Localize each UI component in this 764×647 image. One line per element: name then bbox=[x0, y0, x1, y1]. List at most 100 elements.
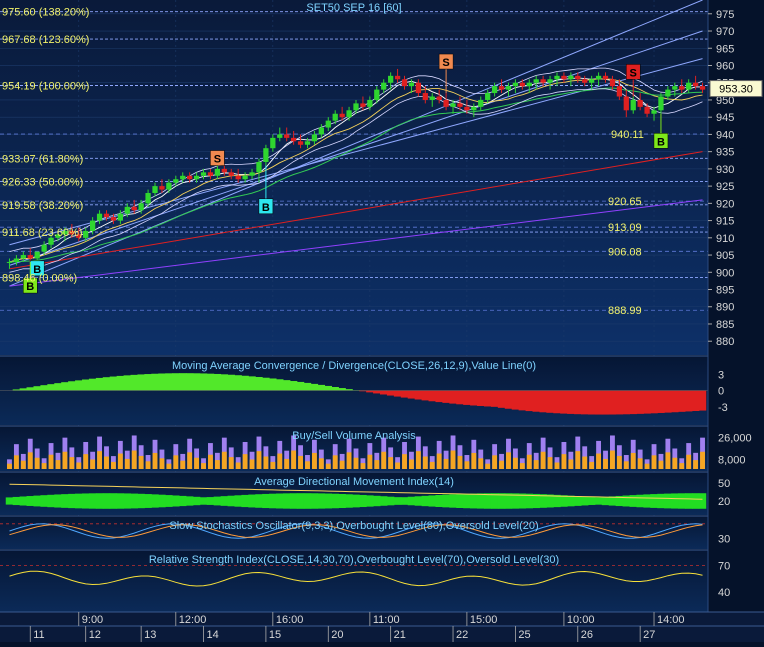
candle-body bbox=[519, 82, 525, 87]
candle-body bbox=[623, 96, 629, 111]
candle-body bbox=[394, 75, 401, 80]
y-tick-label: 900 bbox=[716, 267, 734, 279]
candle-body bbox=[297, 141, 304, 145]
candle-body bbox=[145, 193, 151, 204]
candle-body bbox=[96, 213, 103, 221]
chart-canvas[interactable]: BBSBSSB982.05 (150.00%)975.60 (138.20%)9… bbox=[0, 0, 764, 642]
candle-body bbox=[249, 172, 255, 176]
volume-buy-bar bbox=[561, 454, 567, 469]
candle-body bbox=[568, 75, 574, 80]
volume-buy-bar bbox=[679, 463, 685, 469]
candle-body bbox=[401, 79, 408, 87]
volume-buy-bar bbox=[429, 461, 435, 469]
candle-body bbox=[388, 75, 394, 83]
x-date-label: 11 bbox=[33, 629, 44, 641]
candle-body bbox=[512, 82, 519, 87]
volume-buy-bar bbox=[575, 451, 581, 469]
candle-body bbox=[6, 261, 13, 263]
x-time-label: 9:00 bbox=[82, 614, 103, 626]
candle-body bbox=[152, 186, 158, 194]
volume-buy-bar bbox=[69, 457, 75, 469]
candle-body bbox=[110, 217, 117, 221]
price-level-label: 913.09 bbox=[608, 222, 642, 234]
candle-body bbox=[457, 103, 463, 107]
candle-body bbox=[290, 137, 297, 142]
candle-body bbox=[193, 175, 200, 180]
x-date-label: 12 bbox=[89, 629, 101, 641]
volume-buy-bar bbox=[672, 457, 678, 469]
candle-body bbox=[533, 79, 539, 83]
candle-body bbox=[263, 148, 269, 162]
volume-buy-bar bbox=[526, 454, 532, 469]
y-tick-label: 930 bbox=[716, 164, 734, 176]
volume-buy-bar bbox=[374, 460, 380, 469]
volume-buy-bar bbox=[540, 451, 546, 469]
volume-buy-bar bbox=[693, 460, 699, 469]
volume-buy-bar bbox=[478, 458, 484, 469]
volume-buy-bar bbox=[13, 455, 19, 469]
candle-body bbox=[672, 86, 678, 90]
volume-buy-bar bbox=[34, 457, 40, 469]
volume-buy-bar bbox=[270, 461, 276, 469]
candle-body bbox=[166, 182, 172, 190]
volume-buy-bar bbox=[623, 461, 629, 469]
volume-buy-bar bbox=[27, 452, 33, 469]
volume-buy-bar bbox=[686, 454, 692, 469]
volume-buy-bar bbox=[242, 454, 248, 469]
volume-buy-bar bbox=[589, 461, 595, 469]
panel-tick-label: 40 bbox=[718, 587, 730, 599]
volume-buy-bar bbox=[41, 463, 47, 469]
candle-body bbox=[221, 168, 227, 173]
panel-tick-label: 26,000 bbox=[718, 433, 752, 445]
y-tick-label: 915 bbox=[716, 216, 734, 228]
candle-body bbox=[526, 82, 532, 87]
volume-buy-bar bbox=[97, 451, 102, 469]
candle-body bbox=[422, 93, 428, 100]
panel-tick-label: 8,000 bbox=[718, 454, 746, 466]
volume-buy-bar bbox=[145, 461, 151, 469]
volume-buy-bar bbox=[644, 463, 650, 469]
volume-buy-bar bbox=[360, 463, 366, 469]
panel-title: Slow Stochastics Oscillator(9,3,3),Overb… bbox=[169, 520, 538, 532]
y-tick-label: 965 bbox=[716, 43, 734, 55]
y-tick-label: 975 bbox=[716, 9, 734, 21]
y-tick-label: 910 bbox=[716, 233, 734, 245]
candle-body bbox=[207, 172, 214, 176]
candle-body bbox=[284, 134, 290, 138]
volume-buy-bar bbox=[402, 454, 407, 469]
candle-body bbox=[270, 137, 276, 149]
volume-buy-bar bbox=[485, 463, 491, 469]
volume-buy-bar bbox=[256, 451, 262, 469]
candle-body bbox=[478, 99, 484, 107]
candle-body bbox=[464, 106, 470, 111]
price-level-label: 940.11 bbox=[611, 129, 644, 141]
candle-body bbox=[644, 106, 650, 114]
panel-tick-label: 3 bbox=[718, 369, 724, 381]
candle-body bbox=[374, 89, 380, 100]
candle-body bbox=[498, 86, 505, 90]
candle-body bbox=[658, 96, 664, 111]
volume-buy-bar bbox=[7, 463, 12, 469]
panel-title: Average Directional Movement Index(14) bbox=[254, 476, 454, 488]
fib-level-label: 954.19 (100.00%) bbox=[2, 81, 89, 93]
volume-buy-bar bbox=[180, 460, 186, 469]
chart-title: SET50 SEP 16 [60] bbox=[306, 2, 401, 14]
signal-label: B bbox=[262, 202, 270, 214]
candle-body bbox=[325, 120, 331, 128]
volume-buy-bar bbox=[568, 459, 574, 469]
x-date-label: 25 bbox=[518, 629, 530, 641]
y-tick-label: 960 bbox=[716, 60, 734, 72]
volume-buy-bar bbox=[187, 452, 193, 469]
volume-buy-bar bbox=[20, 460, 26, 469]
x-date-label: 14 bbox=[207, 629, 219, 641]
volume-buy-bar bbox=[194, 457, 200, 469]
candle-body bbox=[13, 258, 20, 262]
volume-buy-bar bbox=[138, 455, 144, 469]
volume-buy-bar bbox=[83, 454, 89, 469]
candle-body bbox=[159, 186, 165, 190]
candle-body bbox=[699, 86, 706, 90]
candle-body bbox=[332, 113, 338, 121]
candle-body bbox=[242, 175, 248, 180]
signal-label: S bbox=[214, 154, 221, 166]
candle-body bbox=[540, 79, 546, 83]
